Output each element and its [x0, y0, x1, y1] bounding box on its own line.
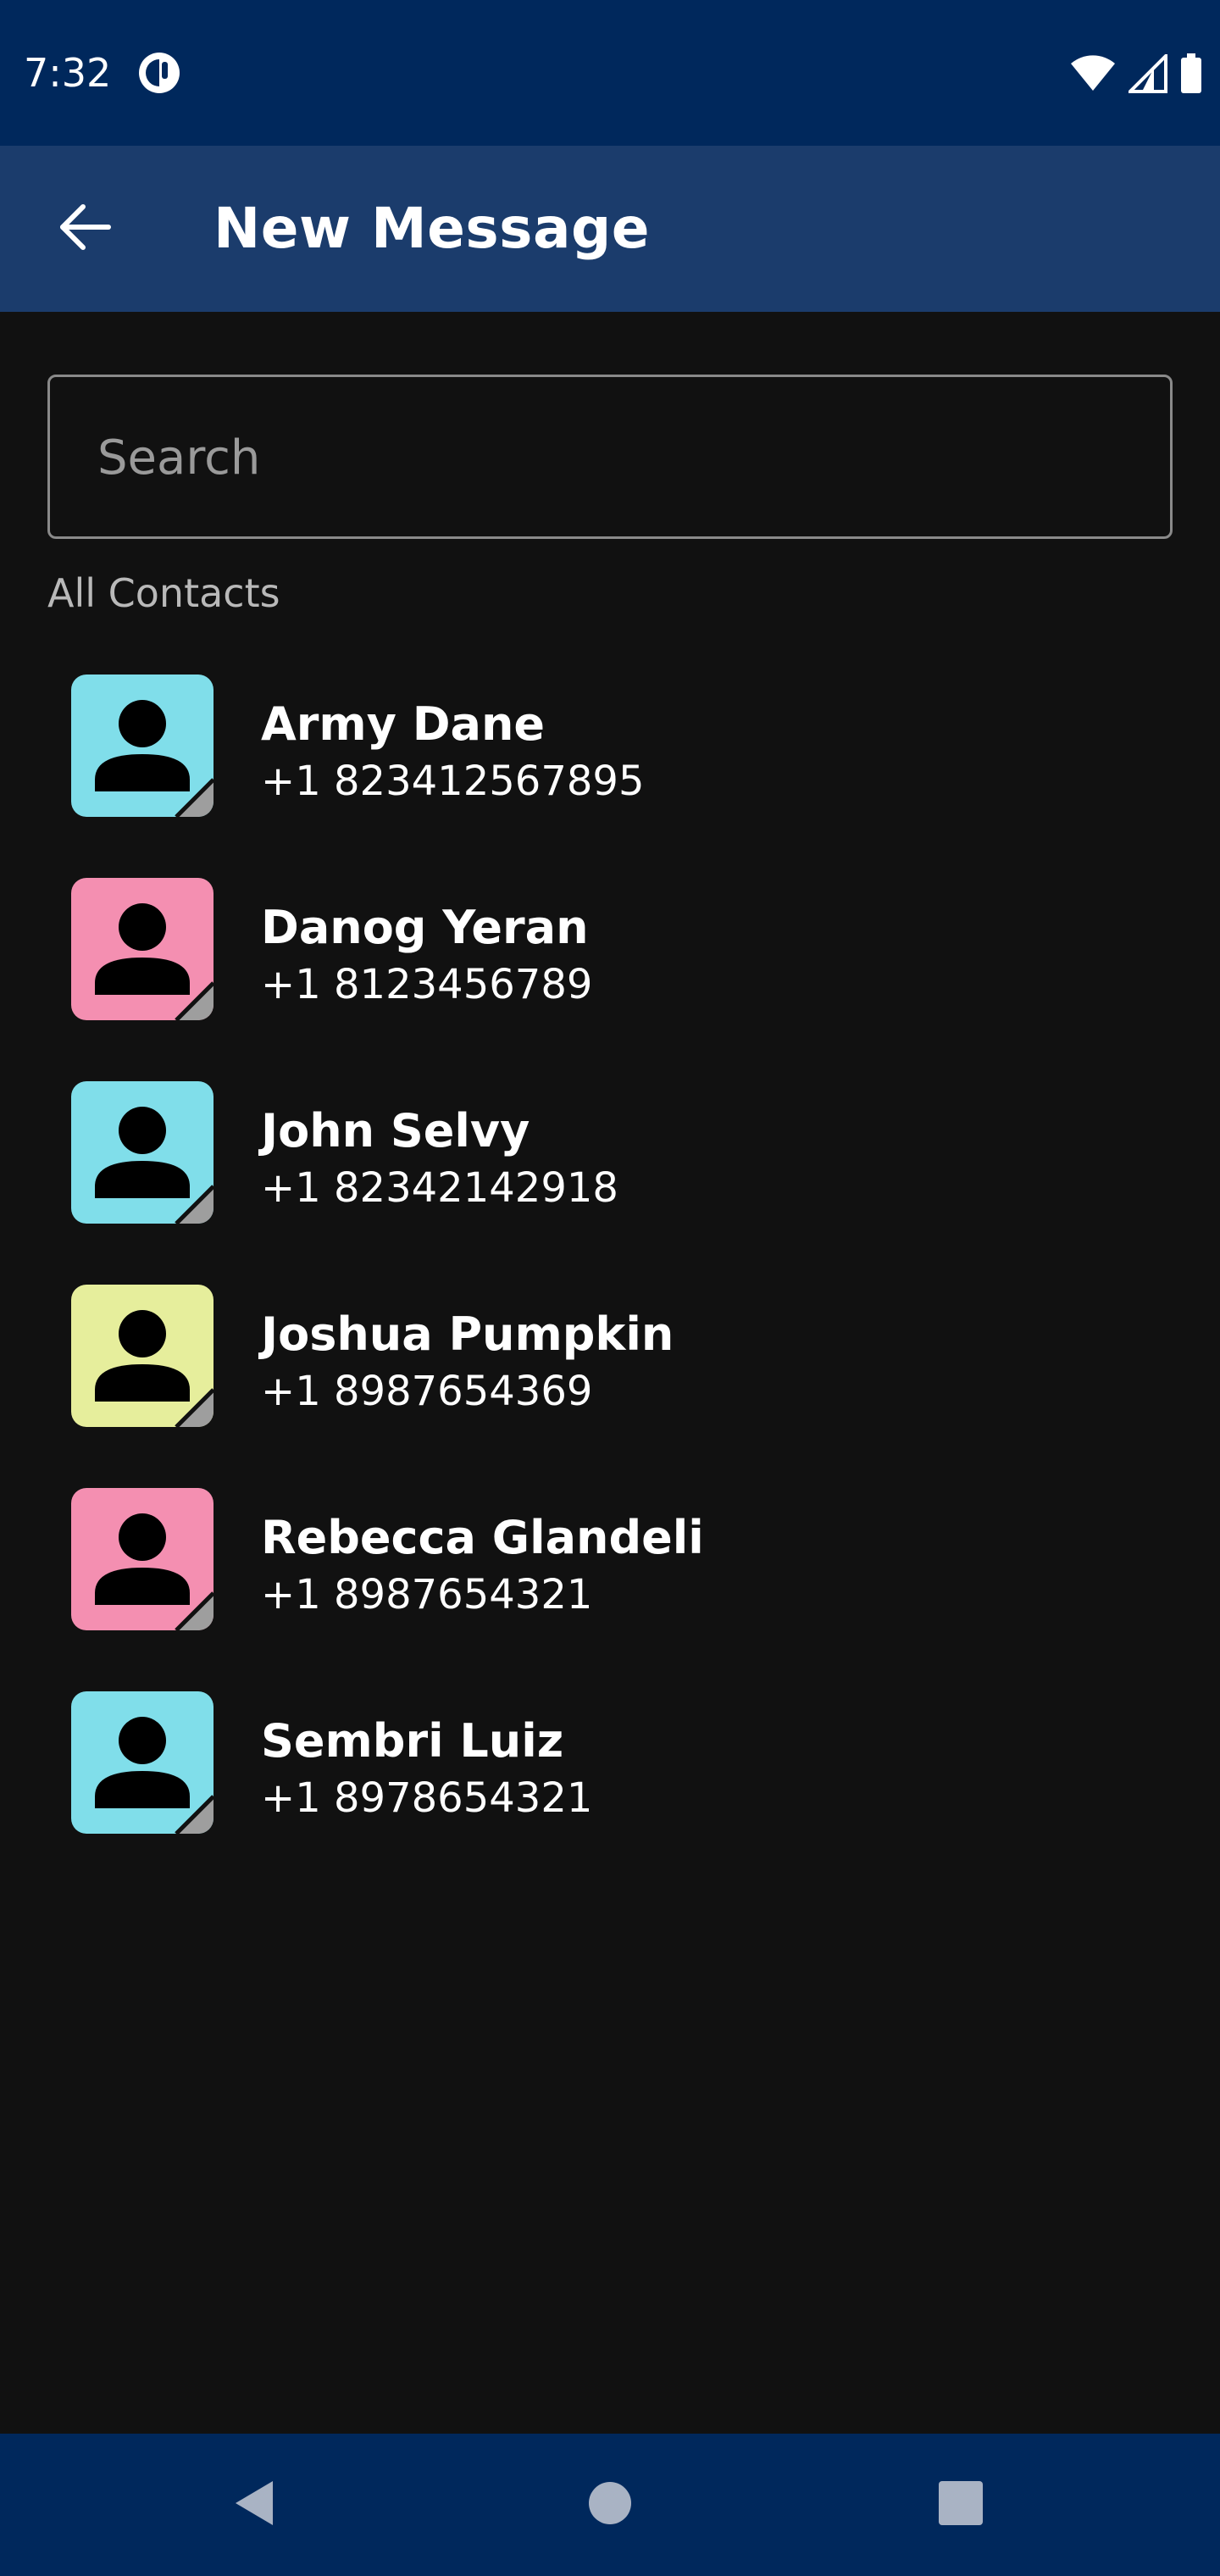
- contact-name: Rebecca Glandeli: [261, 1511, 704, 1564]
- person-icon: [95, 700, 214, 817]
- contact-name: Army Dane: [261, 697, 546, 751]
- arrow-back-icon: [58, 203, 112, 255]
- avatar: [71, 675, 214, 817]
- system-nav-bar: [0, 2434, 1220, 2576]
- contact-name: Danog Yeran: [261, 901, 589, 954]
- battery-icon: [1179, 53, 1203, 94]
- contact-item[interactable]: Rebecca Glandeli +1 8987654321: [0, 1474, 1220, 1678]
- person-icon: [95, 903, 214, 1020]
- avatar: [71, 878, 214, 1020]
- contact-item[interactable]: Army Dane +1 823412567895: [0, 661, 1220, 864]
- app-notification-icon: [137, 51, 181, 95]
- status-bar: 7:32: [0, 0, 1220, 146]
- avatar: [71, 1691, 214, 1834]
- cellular-signal-icon: [1128, 54, 1167, 93]
- contact-phone: +1 82342142918: [261, 1164, 618, 1212]
- back-triangle-icon: [230, 2478, 278, 2533]
- contact-name: John Selvy: [261, 1104, 530, 1158]
- contact-name: Joshua Pumpkin: [261, 1307, 674, 1361]
- avatar: [71, 1285, 214, 1427]
- avatar: [71, 1488, 214, 1630]
- contact-item[interactable]: John Selvy +1 82342142918: [0, 1068, 1220, 1271]
- avatar: [71, 1081, 214, 1224]
- contact-item[interactable]: Danog Yeran +1 8123456789: [0, 864, 1220, 1068]
- contact-phone: +1 8978654321: [261, 1774, 593, 1822]
- app-bar: New Message: [0, 146, 1220, 312]
- person-icon: [95, 1107, 214, 1224]
- back-button[interactable]: [42, 186, 127, 271]
- wifi-icon: [1069, 55, 1117, 92]
- person-icon: [95, 1717, 214, 1834]
- contact-phone: +1 8123456789: [261, 961, 593, 1008]
- recents-square-icon: [937, 2479, 984, 2531]
- contact-phone: +1 8987654369: [261, 1368, 593, 1415]
- nav-recents-button[interactable]: [918, 2462, 1003, 2547]
- contact-item[interactable]: Sembri Luiz +1 8978654321: [0, 1678, 1220, 1881]
- contact-name: Sembri Luiz: [261, 1714, 564, 1768]
- contact-phone: +1 8987654321: [261, 1571, 593, 1618]
- home-circle-icon: [586, 2479, 634, 2531]
- section-label: All Contacts: [47, 570, 280, 616]
- page-title: New Message: [214, 196, 651, 261]
- nav-back-button[interactable]: [212, 2462, 297, 2547]
- search-field[interactable]: [47, 375, 1173, 539]
- search-input[interactable]: [96, 377, 1116, 538]
- nav-home-button[interactable]: [568, 2462, 652, 2547]
- person-icon: [95, 1513, 214, 1630]
- person-icon: [95, 1310, 214, 1427]
- contact-phone: +1 823412567895: [261, 758, 645, 805]
- contact-item[interactable]: Joshua Pumpkin +1 8987654369: [0, 1271, 1220, 1474]
- contact-list: Army Dane +1 823412567895 Danog Yeran +1…: [0, 661, 1220, 1881]
- status-time: 7:32: [24, 50, 112, 96]
